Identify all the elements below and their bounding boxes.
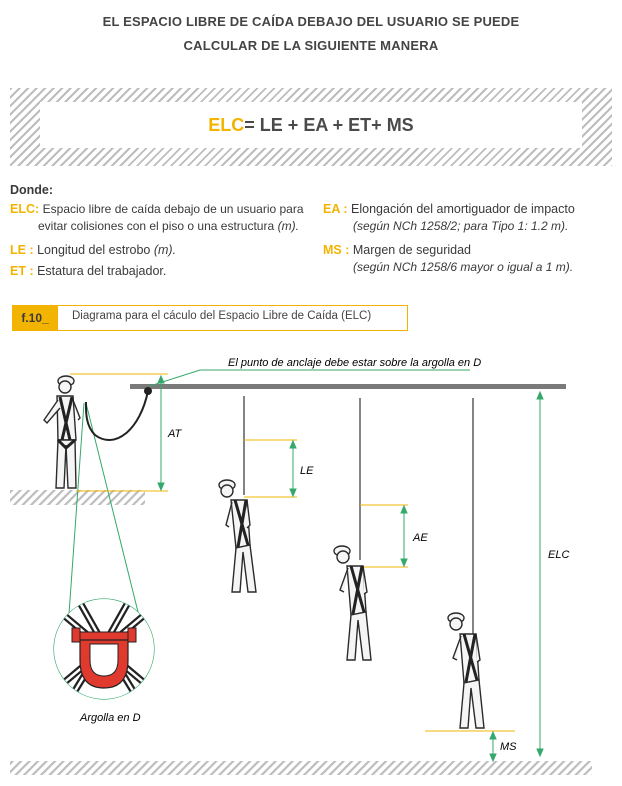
label-elc: ELC <box>548 549 569 561</box>
anchor-note: El punto de anclaje debe estar sobre la … <box>228 357 481 369</box>
label-le: LE <box>300 465 314 477</box>
label-at: AT <box>167 428 183 440</box>
elc-diagram: El punto de anclaje debe estar sobre la … <box>10 357 592 775</box>
worker-hanging-3 <box>447 612 485 729</box>
ring-zoom-line-right <box>85 402 143 629</box>
label-ms: MS <box>500 741 517 753</box>
label-ae: AE <box>412 532 428 544</box>
anchor-note-leader <box>149 369 470 387</box>
d-ring-detail <box>53 598 155 700</box>
ring-caption: Argolla en D <box>79 712 141 724</box>
anchorage-beam <box>130 384 566 389</box>
worker-hanging-2 <box>333 545 372 661</box>
ground-floor <box>10 761 592 775</box>
worker-standing <box>43 375 81 489</box>
lanyard <box>84 390 149 441</box>
